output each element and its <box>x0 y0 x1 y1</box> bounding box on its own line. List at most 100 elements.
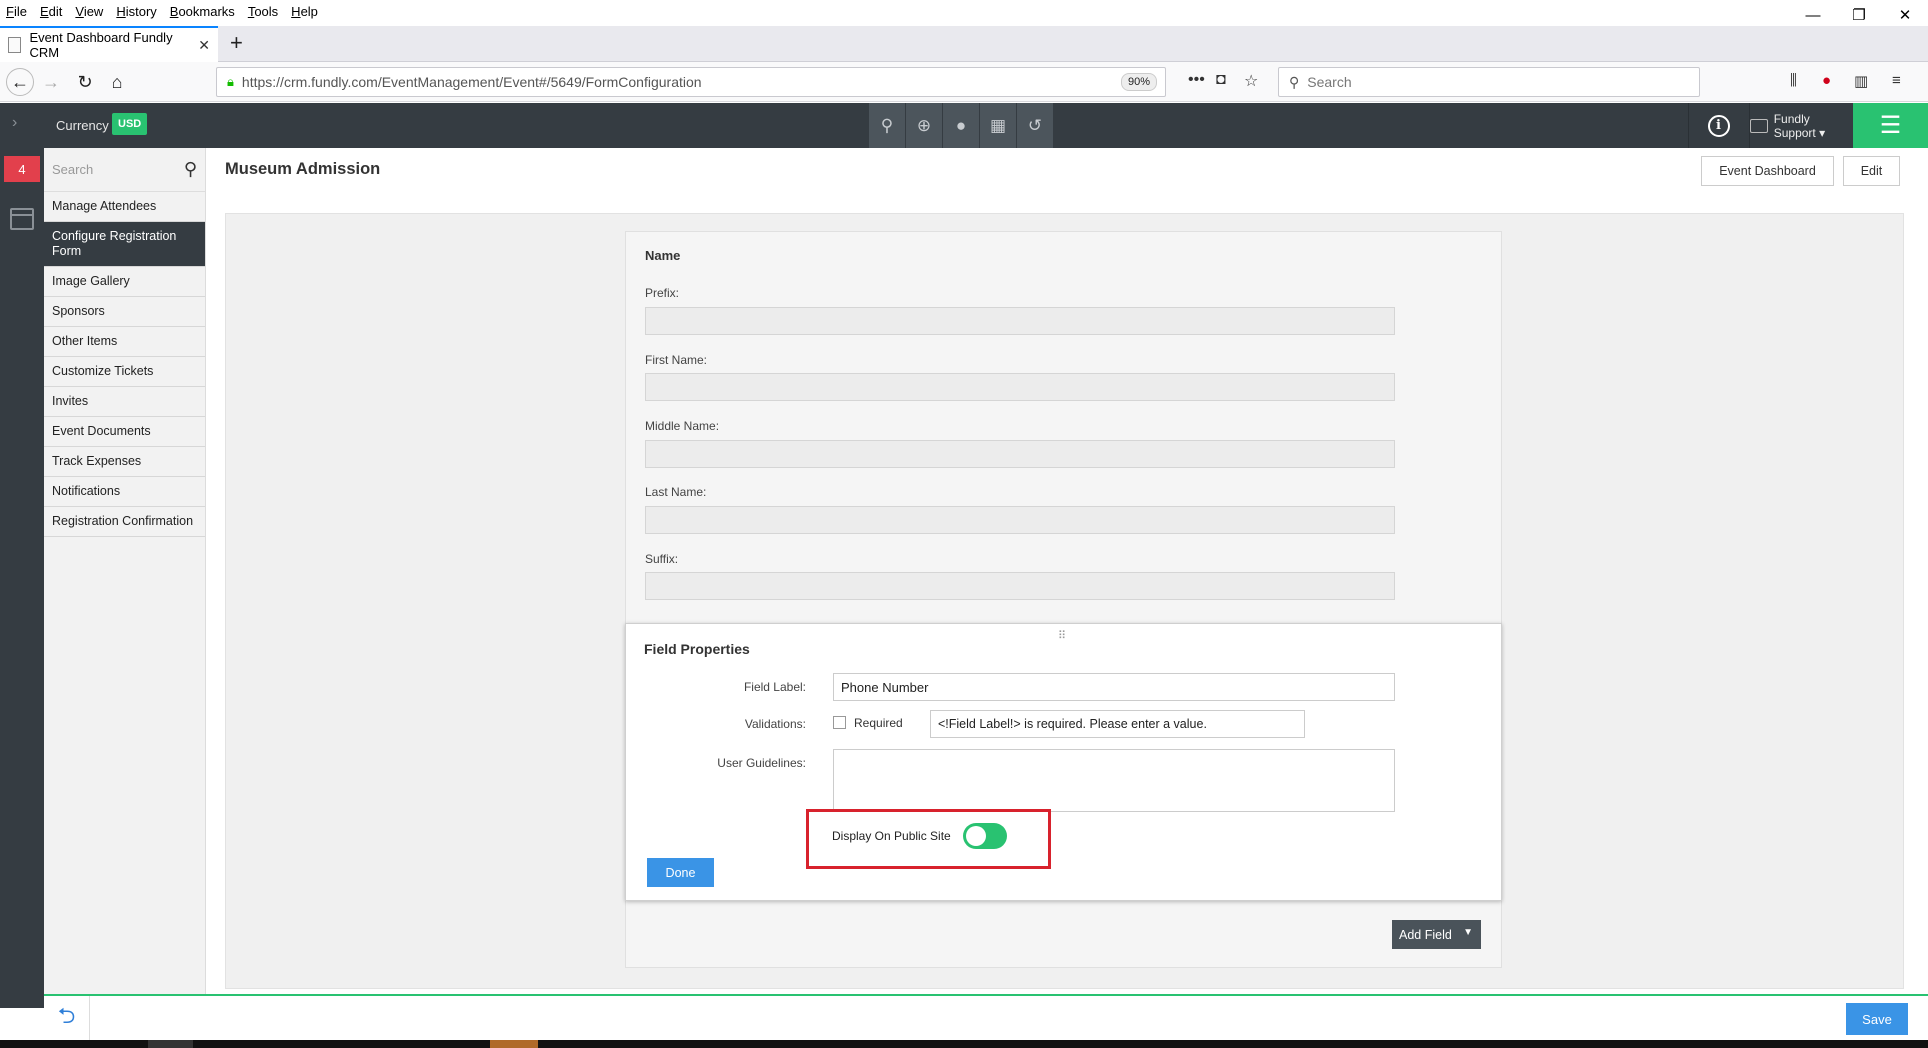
browser-navbar: ← → ↻ ⌂ 🔒︎ https://crm.fundly.com/EventM… <box>0 62 1928 102</box>
calendar-icon[interactable] <box>10 208 34 230</box>
menu-tools[interactable]: Tools <box>242 4 285 19</box>
edit-button[interactable]: Edit <box>1843 156 1900 186</box>
drag-handle-icon[interactable]: ⠿ <box>1058 629 1067 642</box>
close-tab-icon[interactable]: ✕ <box>198 37 210 54</box>
sidebar-item-other-items[interactable]: Other Items <box>44 327 205 357</box>
highlight-box: Display On Public Site <box>806 809 1051 869</box>
left-rail: 4 <box>0 148 44 1008</box>
zoom-indicator[interactable]: 90% <box>1120 73 1157 91</box>
reload-icon[interactable]: ↻ <box>72 69 98 95</box>
back-arrow-icon[interactable]: ⮌ <box>44 996 90 1040</box>
browser-search-input[interactable]: ⚲ Search <box>1278 67 1700 97</box>
search-icon: ⚲ <box>1289 73 1300 90</box>
section-title: Name <box>645 248 681 263</box>
field-label-label: Field Label: <box>743 680 806 694</box>
info-icon: i <box>1707 114 1730 137</box>
sidebar-item-manage-attendees[interactable]: Manage Attendees <box>44 192 205 222</box>
menu-bookmarks[interactable]: Bookmarks <box>164 4 242 19</box>
event-dashboard-button[interactable]: Event Dashboard <box>1701 156 1834 186</box>
save-button[interactable]: Save <box>1846 1003 1908 1035</box>
field-label-prefix: Prefix: <box>645 286 680 300</box>
back-arrow-icon[interactable]: ← <box>6 68 34 96</box>
suffix-field[interactable] <box>645 572 1395 600</box>
tab-strip: Event Dashboard Fundly CRM ✕ + <box>0 26 1928 62</box>
sidebar-toggle-icon[interactable]: ▥ <box>1854 72 1868 90</box>
field-label-input[interactable]: Phone Number <box>833 673 1395 701</box>
sidebar-item-customize-tickets[interactable]: Customize Tickets <box>44 357 205 387</box>
user-menu[interactable]: Fundly Support ▾ <box>1749 103 1853 148</box>
first-name-field[interactable] <box>645 373 1395 401</box>
pinterest-icon[interactable]: ● <box>1822 72 1831 89</box>
user-guidelines-label: User Guidelines: <box>717 756 806 770</box>
home-icon[interactable]: ⌂ <box>104 69 130 95</box>
person-icon[interactable]: ● <box>942 103 979 148</box>
last-name-field[interactable] <box>645 506 1395 534</box>
sidebar-item-track-expenses[interactable]: Track Expenses <box>44 447 205 477</box>
toggle-knob <box>966 826 986 846</box>
taskbar-item[interactable] <box>148 1040 193 1048</box>
info-button[interactable]: i <box>1688 103 1748 148</box>
history-icon[interactable]: ↺ <box>1016 103 1053 148</box>
os-taskbar <box>0 1040 1928 1048</box>
menu-edit[interactable]: Edit <box>34 4 69 19</box>
pocket-icon[interactable]: ◘ <box>1216 71 1226 89</box>
display-public-label: Display On Public Site <box>832 829 951 843</box>
field-label-middle-name: Middle Name: <box>645 419 720 433</box>
browser-search-placeholder: Search <box>1307 74 1352 90</box>
bank-icon[interactable]: ▦ <box>979 103 1016 148</box>
sidebar-item-notifications[interactable]: Notifications <box>44 477 205 507</box>
forward-arrow-icon[interactable]: → <box>38 69 64 95</box>
menu-help[interactable]: Help <box>285 4 325 19</box>
search-icon[interactable]: ⚲ <box>184 159 197 180</box>
sidebar-search-input[interactable]: Search ⚲ <box>44 148 205 192</box>
tab-title: Event Dashboard Fundly CRM <box>29 30 173 60</box>
field-properties-title: Field Properties <box>644 641 750 657</box>
done-button[interactable]: Done <box>647 858 714 887</box>
add-field-button[interactable]: Add Field ▼ <box>1392 920 1481 949</box>
app-topbar: › Currency USD ⚲ ⊕ ● ▦ ↺ i Fundly Suppor… <box>0 103 1928 148</box>
bookmark-star-icon[interactable]: ☆ <box>1244 71 1258 91</box>
sidebar-item-invites[interactable]: Invites <box>44 387 205 417</box>
search-icon[interactable]: ⚲ <box>868 103 905 148</box>
taskbar-item[interactable] <box>490 1040 538 1048</box>
required-message-input[interactable]: <!Field Label!> is required. Please ente… <box>930 710 1305 738</box>
page-actions-icon[interactable]: ••• <box>1188 71 1205 89</box>
sidebar-item-sponsors[interactable]: Sponsors <box>44 297 205 327</box>
hamburger-menu-icon[interactable]: ☰ <box>1853 103 1928 148</box>
field-label-last-name: Last Name: <box>645 485 707 499</box>
menu-history[interactable]: History <box>110 4 163 19</box>
new-tab-button[interactable]: + <box>230 30 243 56</box>
user-guidelines-textarea[interactable] <box>833 749 1395 812</box>
url-bar[interactable]: 🔒︎ https://crm.fundly.com/EventManagemen… <box>216 67 1166 97</box>
page-title: Museum Admission <box>225 160 381 178</box>
menu-file[interactable]: File <box>0 4 34 19</box>
notification-badge[interactable]: 4 <box>4 156 40 182</box>
id-card-icon <box>1750 118 1768 133</box>
add-circle-icon[interactable]: ⊕ <box>905 103 942 148</box>
middle-name-field[interactable] <box>645 440 1395 468</box>
add-field-label: Add Field <box>1399 927 1452 942</box>
currency-badge[interactable]: USD <box>112 113 148 135</box>
sidebar-item-configure-registration-form[interactable]: Configure Registration Form <box>44 222 205 267</box>
display-public-toggle[interactable] <box>963 823 1007 849</box>
browser-menu-icon[interactable]: ≡ <box>1892 72 1901 89</box>
sidebar-item-image-gallery[interactable]: Image Gallery <box>44 267 205 297</box>
browser-menubar: File Edit View History Bookmarks Tools H… <box>0 0 1928 22</box>
required-label: Required <box>854 716 903 730</box>
lock-icon: 🔒︎ <box>227 74 234 89</box>
bottom-action-bar: ⮌ Save <box>44 994 1928 1040</box>
required-checkbox[interactable] <box>833 716 846 729</box>
caret-down-icon: ▼ <box>1463 927 1473 938</box>
sidebar-item-event-documents[interactable]: Event Documents <box>44 417 205 447</box>
browser-tab[interactable]: Event Dashboard Fundly CRM ✕ <box>0 26 218 62</box>
field-properties-panel: ⠿ Field Properties Field Label: Phone Nu… <box>625 623 1502 901</box>
expand-chevron-icon[interactable]: › <box>12 114 17 132</box>
prefix-field[interactable] <box>645 307 1395 335</box>
sidebar-search-placeholder: Search <box>52 162 94 177</box>
sidebar-item-registration-confirmation[interactable]: Registration Confirmation <box>44 507 205 537</box>
quick-actions: ⚲ ⊕ ● ▦ ↺ <box>868 103 1053 148</box>
library-icon[interactable]: ⫼ <box>1790 72 1797 89</box>
validations-label: Validations: <box>744 717 806 731</box>
menu-view[interactable]: View <box>69 4 110 19</box>
url-text: https://crm.fundly.com/EventManagement/E… <box>241 74 702 90</box>
